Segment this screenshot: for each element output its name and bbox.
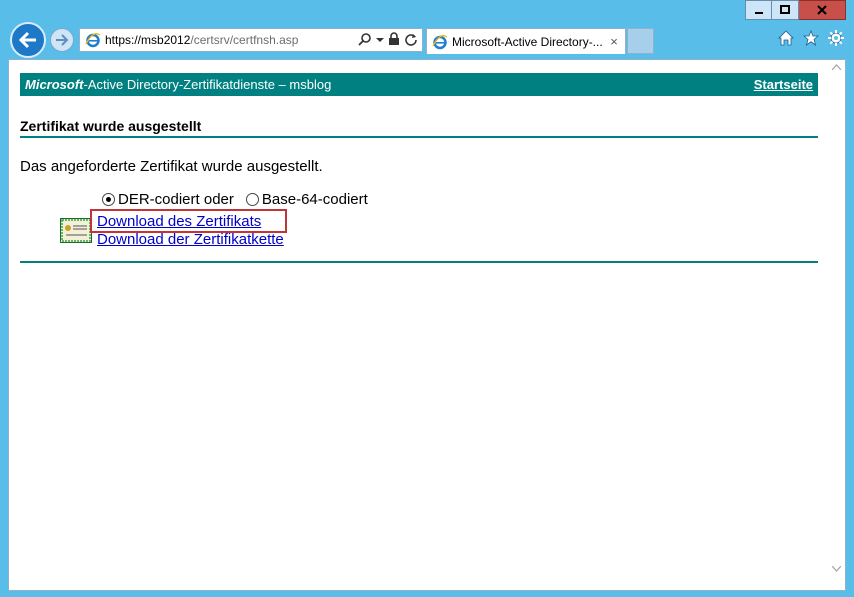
home-icon[interactable] xyxy=(778,30,794,46)
highlight-annotation xyxy=(90,209,287,233)
bottom-divider xyxy=(20,261,818,263)
radio-der[interactable] xyxy=(102,193,115,206)
search-icon[interactable] xyxy=(358,32,372,46)
tab-ie-icon xyxy=(432,34,448,49)
tab-title: Microsoft-Active Directory-... xyxy=(452,34,603,49)
page-content: Microsoft-Active Directory-Zertifikatdie… xyxy=(20,73,818,263)
header-bar: Microsoft-Active Directory-Zertifikatdie… xyxy=(20,73,818,96)
radio-base64[interactable] xyxy=(245,193,259,206)
radio-selected-dot xyxy=(106,197,111,202)
download-chain-link[interactable]: Download der Zertifikatkette xyxy=(97,231,284,249)
home-link[interactable]: Startseite xyxy=(754,77,813,92)
forward-button[interactable] xyxy=(50,28,74,52)
maximize-button[interactable] xyxy=(772,0,799,20)
download-options: DER-codiert oder Base-64-codiert Downloa… xyxy=(20,191,818,261)
gear-icon[interactable] xyxy=(828,30,844,46)
vertical-scrollbar[interactable] xyxy=(828,60,845,590)
back-arrow-icon xyxy=(18,31,36,49)
certificate-icon xyxy=(60,218,92,243)
tab-close-icon[interactable]: × xyxy=(607,34,621,49)
url-host: https://msb2012 xyxy=(105,33,191,47)
radio-der-label[interactable]: DER-codiert oder xyxy=(118,191,234,208)
maximize-icon xyxy=(780,5,790,14)
refresh-icon[interactable] xyxy=(404,32,418,46)
page-viewport: Microsoft-Active Directory-Zertifikatdie… xyxy=(8,59,846,591)
forward-arrow-icon xyxy=(56,34,69,46)
header-brand: Microsoft xyxy=(25,77,84,92)
header-title: Microsoft-Active Directory-Zertifikatdie… xyxy=(25,77,331,92)
navigation-bar: https://msb2012/certsrv/certfnsh.asp Mic… xyxy=(0,20,854,58)
url-path: /certsrv/certfnsh.asp xyxy=(190,33,299,47)
close-icon xyxy=(817,5,827,15)
scroll-up-icon[interactable] xyxy=(832,64,841,70)
favorites-star-icon[interactable] xyxy=(803,30,819,46)
ie-logo-icon xyxy=(85,33,101,48)
close-window-button[interactable] xyxy=(799,0,846,20)
dropdown-icon[interactable] xyxy=(376,32,384,46)
address-bar[interactable]: https://msb2012/certsrv/certfnsh.asp xyxy=(79,28,423,52)
window-controls xyxy=(745,0,846,20)
scroll-down-icon[interactable] xyxy=(832,566,841,572)
toolbar-icons xyxy=(778,30,844,46)
minimize-button[interactable] xyxy=(745,0,772,20)
page-title: Zertifikat wurde ausgestellt xyxy=(20,118,202,134)
radio-base64-label[interactable]: Base-64-codiert xyxy=(262,191,368,208)
encoding-radio-group: DER-codiert oder Base-64-codiert xyxy=(102,191,380,208)
title-divider xyxy=(20,136,818,138)
header-service: -Active Directory-Zertifikatdienste – ms… xyxy=(83,77,332,92)
browser-window: https://msb2012/certsrv/certfnsh.asp Mic… xyxy=(0,0,854,597)
tab-active[interactable]: Microsoft-Active Directory-... × xyxy=(426,28,626,54)
new-tab-button[interactable] xyxy=(627,28,654,54)
back-button[interactable] xyxy=(10,22,46,58)
status-message: Das angeforderte Zertifikat wurde ausges… xyxy=(20,158,323,175)
minimize-icon xyxy=(754,12,763,14)
url-text[interactable]: https://msb2012/certsrv/certfnsh.asp xyxy=(105,33,298,47)
address-bar-actions xyxy=(358,32,418,46)
lock-icon[interactable] xyxy=(388,32,400,46)
